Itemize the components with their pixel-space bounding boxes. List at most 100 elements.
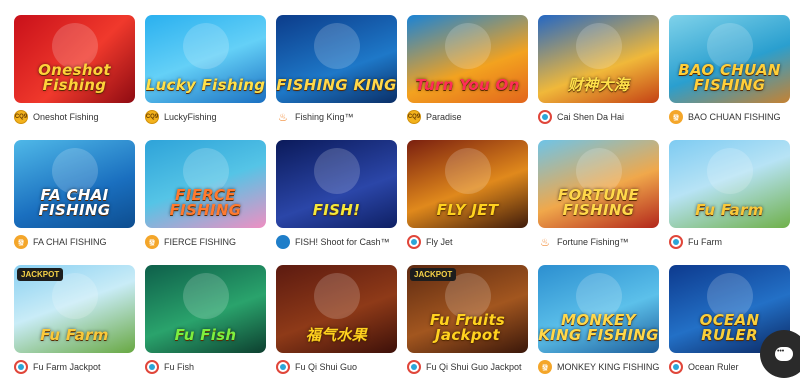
- game-meta: ♨ Fortune Fishing™: [538, 234, 629, 250]
- game-meta: 發 BAO CHUAN FISHING: [669, 109, 781, 125]
- game-name[interactable]: Fu Qi Shui Guo Jackpot: [426, 362, 522, 372]
- game-card[interactable]: JACKPOT Fu Farm Fu Farm Jackpot: [14, 265, 135, 378]
- game-thumbnail[interactable]: 福气水果: [276, 265, 397, 353]
- game-name[interactable]: Fu Qi Shui Guo: [295, 362, 357, 372]
- provider-logo-icon: [407, 235, 421, 249]
- game-meta: Cai Shen Da Hai: [538, 109, 624, 125]
- game-card[interactable]: FISHING KING ♨ Fishing King™: [276, 15, 397, 140]
- game-thumbnail[interactable]: 财神大海: [538, 15, 659, 103]
- game-name[interactable]: FIERCE FISHING: [164, 237, 236, 247]
- game-thumbnail[interactable]: BAO CHUAN FISHING: [669, 15, 790, 103]
- game-thumbnail[interactable]: Turn You On: [407, 15, 528, 103]
- game-meta: Fu Fish: [145, 359, 194, 375]
- provider-logo-icon: [145, 360, 159, 374]
- game-thumbnail[interactable]: Oneshot Fishing: [14, 15, 135, 103]
- game-card[interactable]: BAO CHUAN FISHING 發 BAO CHUAN FISHING: [669, 15, 790, 140]
- provider-logo-icon: CQ9: [145, 110, 159, 124]
- game-name[interactable]: Ocean Ruler: [688, 362, 739, 372]
- game-name[interactable]: Oneshot Fishing: [33, 112, 99, 122]
- game-name[interactable]: Fly Jet: [426, 237, 453, 247]
- game-art-title: Lucky Fishing: [145, 76, 266, 94]
- game-card[interactable]: FA CHAI FISHING 發 FA CHAI FISHING: [14, 140, 135, 265]
- game-art-title: FLY JET: [436, 201, 499, 219]
- game-name[interactable]: Fu Farm: [688, 237, 722, 247]
- game-thumbnail[interactable]: JACKPOT Fu Farm: [14, 265, 135, 353]
- game-art-shape: [445, 148, 491, 194]
- provider-logo-icon: CQ9: [14, 110, 28, 124]
- game-art-title: Fu Fruits Jackpot: [429, 311, 506, 344]
- game-name[interactable]: Cai Shen Da Hai: [557, 112, 624, 122]
- game-art-title: FIERCE FISHING: [169, 186, 242, 219]
- game-meta: Fu Farm Jackpot: [14, 359, 101, 375]
- game-meta: Fu Qi Shui Guo Jackpot: [407, 359, 522, 375]
- game-card[interactable]: FORTUNE FISHING ♨ Fortune Fishing™: [538, 140, 659, 265]
- provider-logo-icon: [669, 360, 683, 374]
- game-card[interactable]: 福气水果 Fu Qi Shui Guo: [276, 265, 397, 378]
- game-thumbnail[interactable]: FISHING KING: [276, 15, 397, 103]
- game-art-shape: [707, 148, 753, 194]
- game-art-shape: [183, 23, 229, 69]
- game-name[interactable]: Paradise: [426, 112, 462, 122]
- game-name[interactable]: Fu Fish: [164, 362, 194, 372]
- game-art-shape: [445, 23, 491, 69]
- game-grid: Oneshot Fishing CQ9 Oneshot Fishing Lucky F…: [14, 15, 790, 378]
- chat-bubble-icon: [775, 347, 793, 361]
- game-name[interactable]: LuckyFishing: [164, 112, 217, 122]
- game-thumbnail[interactable]: FISH!: [276, 140, 397, 228]
- game-card[interactable]: Oneshot Fishing CQ9 Oneshot Fishing: [14, 15, 135, 140]
- game-name[interactable]: FA CHAI FISHING: [33, 237, 107, 247]
- game-thumbnail[interactable]: Fu Farm: [669, 140, 790, 228]
- provider-logo-icon: [276, 360, 290, 374]
- game-meta: 發 FA CHAI FISHING: [14, 234, 107, 250]
- game-meta: Ocean Ruler: [669, 359, 739, 375]
- game-art-title: BAO CHUAN FISHING: [678, 61, 781, 94]
- game-card[interactable]: Fu Farm Fu Farm: [669, 140, 790, 265]
- game-thumbnail[interactable]: FIERCE FISHING: [145, 140, 266, 228]
- provider-logo-icon: ♨: [538, 235, 552, 249]
- game-card[interactable]: FLY JET Fly Jet: [407, 140, 528, 265]
- game-meta: 發 MONKEY KING FISHING: [538, 359, 659, 375]
- game-art-shape: [576, 23, 622, 69]
- game-name[interactable]: Fishing King™: [295, 112, 354, 122]
- provider-logo-icon: [14, 360, 28, 374]
- game-name[interactable]: Fu Farm Jackpot: [33, 362, 101, 372]
- game-art-shape: [314, 148, 360, 194]
- chat-button[interactable]: [760, 330, 800, 378]
- game-thumbnail[interactable]: Fu Fish: [145, 265, 266, 353]
- game-art-title: 福气水果: [305, 326, 368, 344]
- game-art-title: Turn You On: [415, 76, 520, 94]
- game-name[interactable]: BAO CHUAN FISHING: [688, 112, 781, 122]
- provider-logo-icon: [276, 235, 290, 249]
- game-name[interactable]: Fortune Fishing™: [557, 237, 629, 247]
- provider-logo-icon: 發: [145, 235, 159, 249]
- game-card[interactable]: Lucky Fishing CQ9 LuckyFishing: [145, 15, 266, 140]
- game-meta: CQ9 Oneshot Fishing: [14, 109, 99, 125]
- game-meta: Fu Farm: [669, 234, 722, 250]
- game-thumbnail[interactable]: FORTUNE FISHING: [538, 140, 659, 228]
- provider-logo-icon: [538, 110, 552, 124]
- jackpot-badge: JACKPOT: [17, 268, 64, 281]
- provider-logo-icon: [407, 360, 421, 374]
- game-card[interactable]: Turn You On CQ9 Paradise: [407, 15, 528, 140]
- game-card[interactable]: 财神大海 Cai Shen Da Hai: [538, 15, 659, 140]
- game-meta: CQ9 LuckyFishing: [145, 109, 217, 125]
- game-art-title: Oneshot Fishing: [38, 61, 111, 94]
- game-card[interactable]: FIERCE FISHING 發 FIERCE FISHING: [145, 140, 266, 265]
- game-meta: Fly Jet: [407, 234, 453, 250]
- game-thumbnail[interactable]: JACKPOT Fu Fruits Jackpot: [407, 265, 528, 353]
- game-thumbnail[interactable]: Lucky Fishing: [145, 15, 266, 103]
- game-card[interactable]: JACKPOT Fu Fruits Jackpot Fu Qi Shui Guo J…: [407, 265, 528, 378]
- game-card[interactable]: Fu Fish Fu Fish: [145, 265, 266, 378]
- game-thumbnail[interactable]: FLY JET: [407, 140, 528, 228]
- provider-logo-icon: ♨: [276, 110, 290, 124]
- game-thumbnail[interactable]: MONKEY KING FISHING: [538, 265, 659, 353]
- provider-logo-icon: [669, 235, 683, 249]
- game-art-title: 财神大海: [567, 76, 630, 94]
- game-name[interactable]: FISH! Shoot for Cash™: [295, 237, 390, 247]
- game-card[interactable]: MONKEY KING FISHING 發 MONKEY KING FISHING: [538, 265, 659, 378]
- provider-logo-icon: 發: [538, 360, 552, 374]
- game-meta: FISH! Shoot for Cash™: [276, 234, 390, 250]
- game-name[interactable]: MONKEY KING FISHING: [557, 362, 659, 372]
- game-thumbnail[interactable]: FA CHAI FISHING: [14, 140, 135, 228]
- game-card[interactable]: FISH! FISH! Shoot for Cash™: [276, 140, 397, 265]
